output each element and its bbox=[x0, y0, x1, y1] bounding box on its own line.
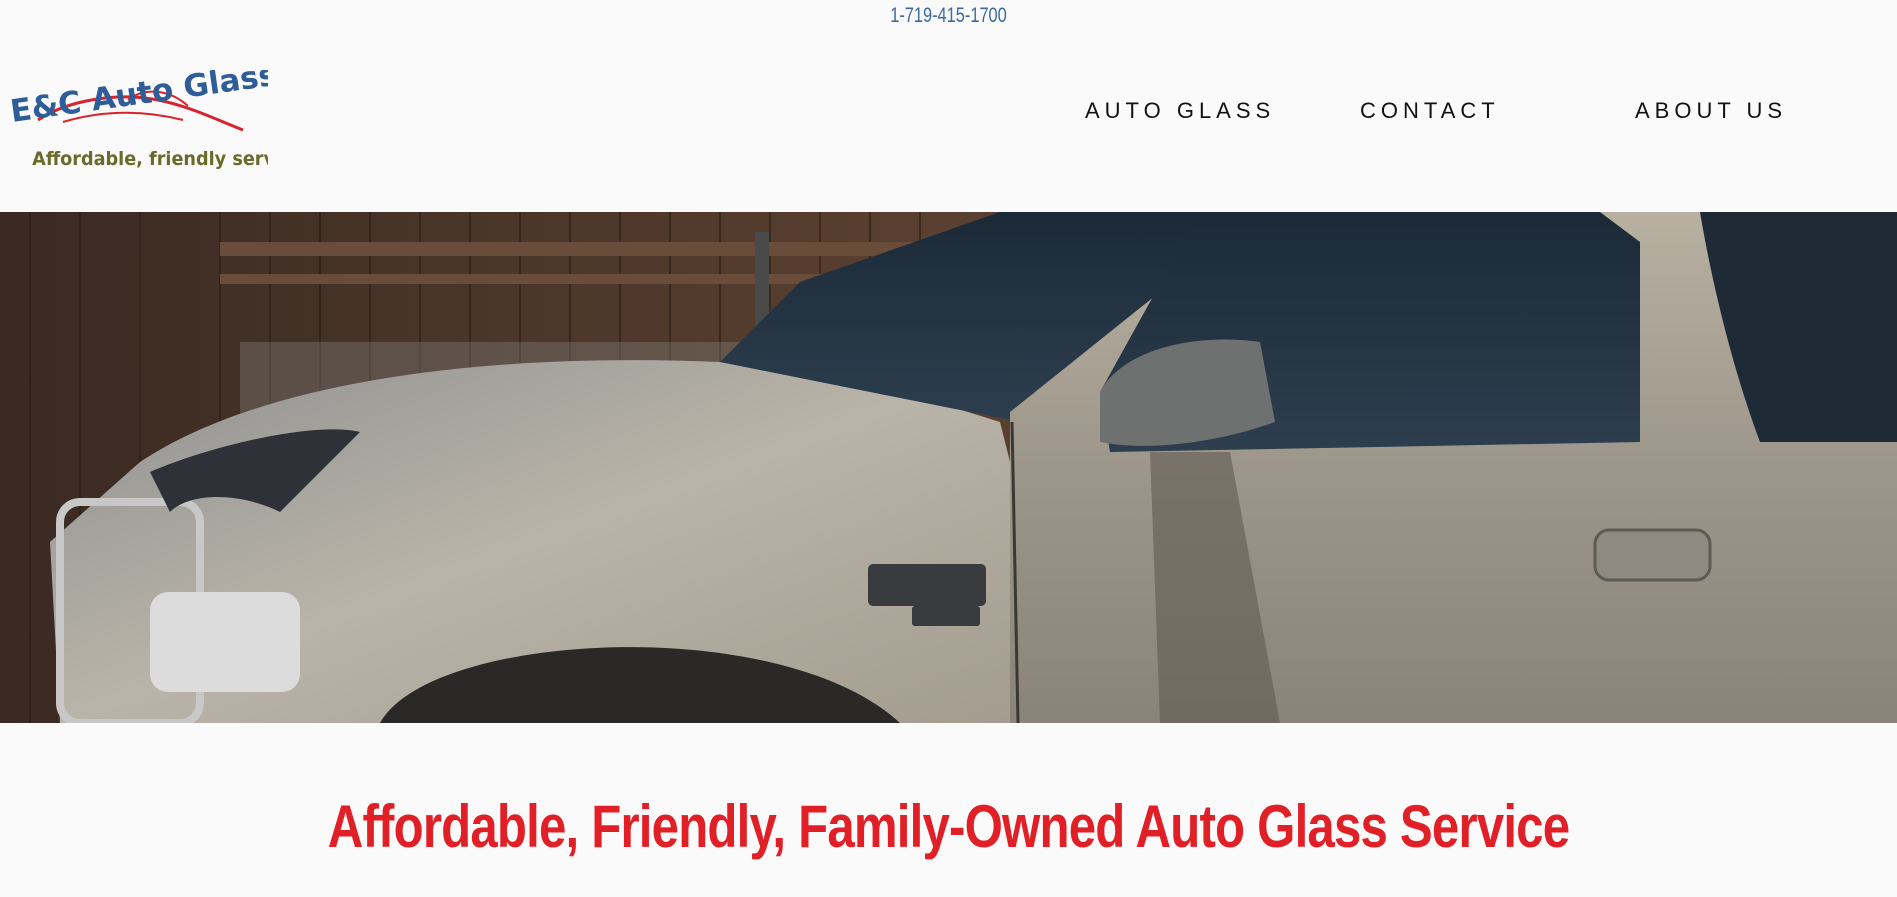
page-headline: Affordable, Friendly, Family-Owned Auto … bbox=[327, 793, 1570, 861]
nav-contact[interactable]: CONTACT bbox=[1360, 98, 1500, 124]
main-nav: AUTO GLASS CONTACT ABOUT US bbox=[0, 98, 1897, 128]
hero-image bbox=[0, 212, 1897, 723]
truck-photo bbox=[0, 212, 1897, 723]
nav-about-us[interactable]: ABOUT US bbox=[1635, 98, 1787, 124]
phone-number-link[interactable]: 1-719-415-1700 bbox=[209, 4, 1689, 28]
nav-auto-glass[interactable]: AUTO GLASS bbox=[1085, 98, 1275, 124]
logo-tagline: Affordable, friendly service bbox=[32, 148, 268, 170]
